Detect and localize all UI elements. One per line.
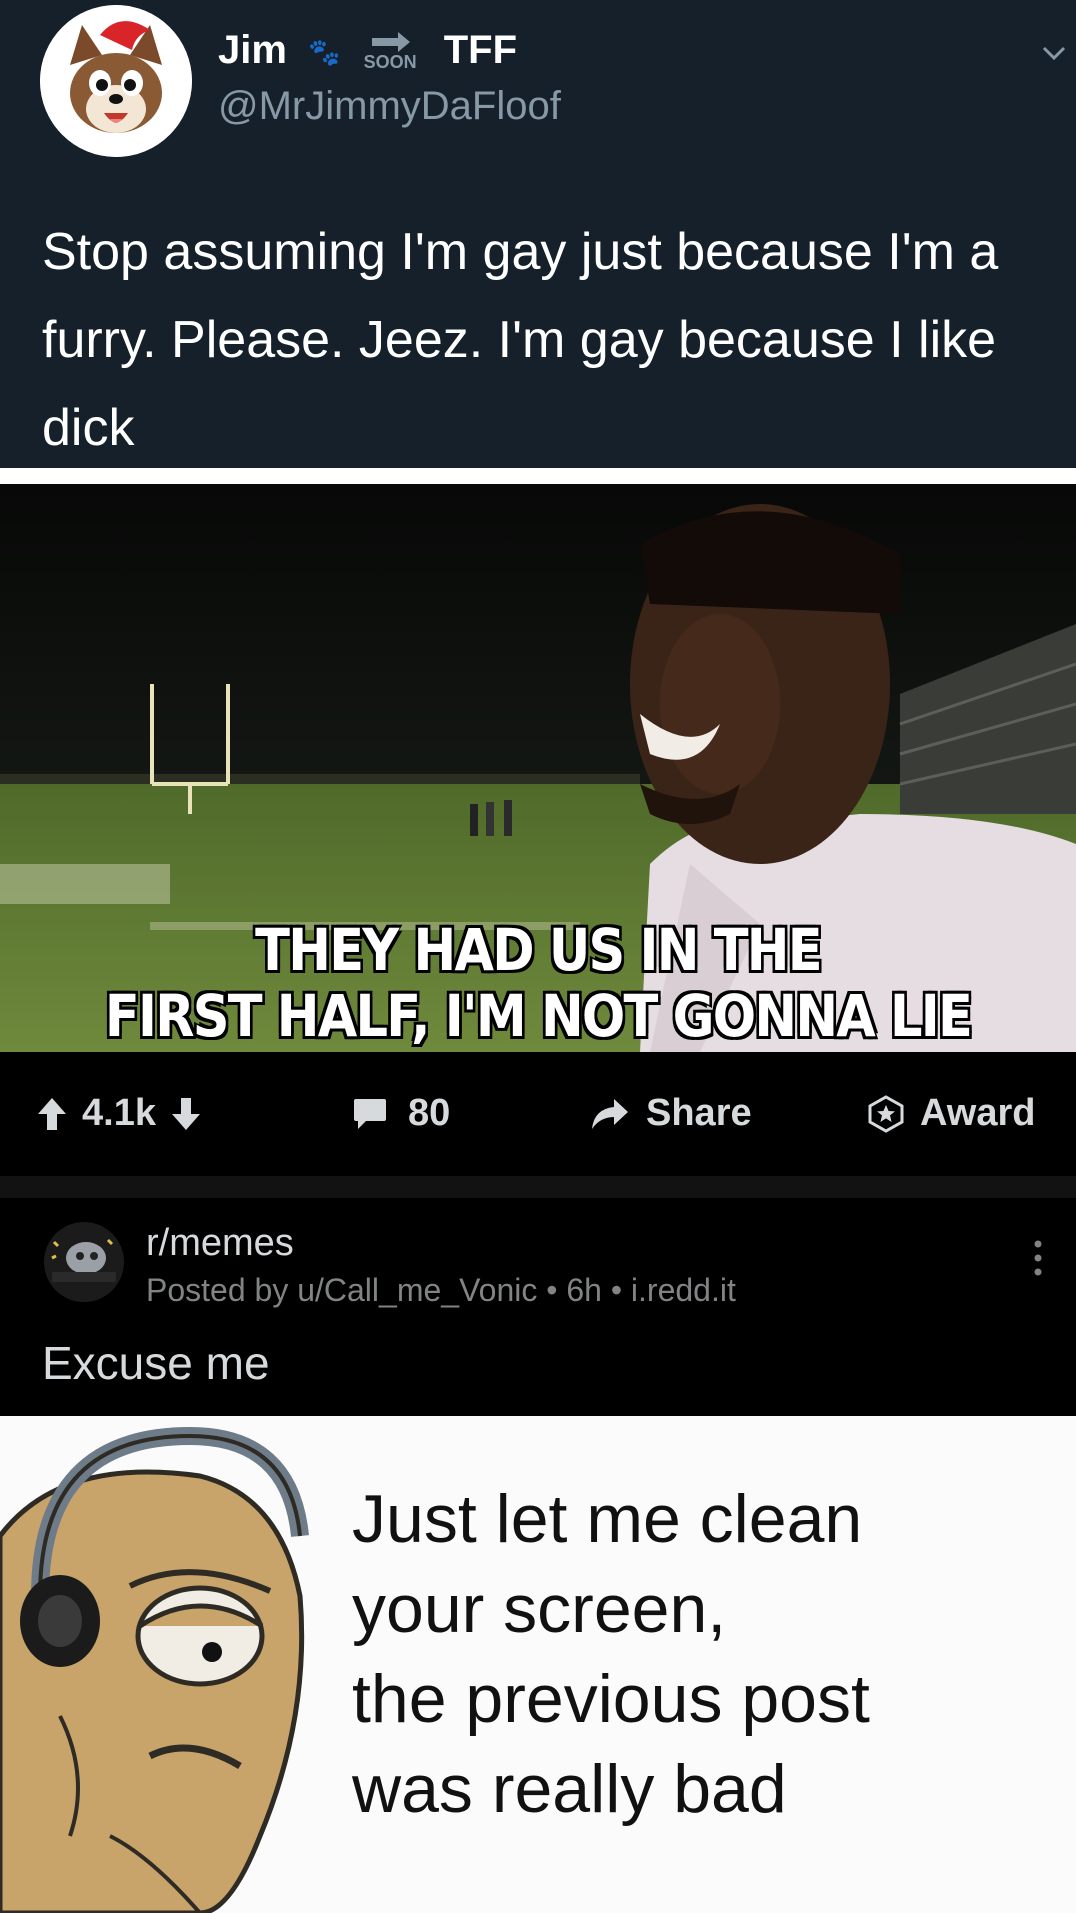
comments-button[interactable]: 80 <box>352 1092 450 1135</box>
subreddit-name[interactable]: r/memes <box>146 1222 294 1265</box>
award-label: Award <box>920 1092 1036 1134</box>
reddit-post-header[interactable]: r/memes Posted by u/Call_me_Vonic • 6h •… <box>0 1198 1076 1416</box>
comment-icon <box>354 1098 386 1129</box>
opossum-icon: 🐾 <box>308 36 341 67</box>
share-label: Share <box>646 1092 752 1134</box>
vote-control: 4.1k <box>36 1092 202 1135</box>
tweet-card: Jim 🐾 SOON TFF @MrJimmyDaFloof Stop assu… <box>0 0 1076 468</box>
more-options-icon[interactable] <box>1032 1238 1044 1278</box>
upvote-icon[interactable] <box>36 1096 68 1132</box>
tweet-avatar[interactable] <box>40 5 192 157</box>
post-title[interactable]: Excuse me <box>42 1336 270 1390</box>
post-action-bar: 4.1k 80 Share Award <box>0 1052 1076 1176</box>
meme2-line2: your screen, <box>352 1571 727 1647</box>
post-meta: Posted by u/Call_me_Vonic • 6h • i.redd.… <box>146 1272 736 1308</box>
share-icon <box>592 1098 628 1129</box>
meme-image-fish[interactable]: Just let me clean your screen, the previ… <box>0 1416 1076 1913</box>
vote-count: 4.1k <box>82 1092 156 1134</box>
tweet-handle[interactable]: @MrJimmyDaFloof <box>218 84 561 129</box>
meme2-text: Just let me clean your screen, the previ… <box>352 1474 1052 1834</box>
soon-label: SOON <box>363 51 417 72</box>
downvote-icon[interactable] <box>170 1096 202 1132</box>
meme-image-football[interactable]: THEY HAD US IN THE FIRST HALF, I'M NOT G… <box>0 484 1076 1052</box>
share-button[interactable]: Share <box>590 1092 752 1135</box>
chevron-down-icon[interactable] <box>1040 38 1068 66</box>
award-button[interactable]: Award <box>866 1092 1035 1135</box>
feed-separator <box>0 1176 1076 1198</box>
tweet-text: Stop assuming I'm gay just because I'm a… <box>42 223 999 457</box>
meme2-line1: Just let me clean <box>352 1481 863 1557</box>
subreddit-icon[interactable] <box>44 1222 124 1302</box>
soon-arrow-badge: SOON <box>363 31 417 73</box>
tweet-display-name[interactable]: Jim 🐾 SOON TFF <box>218 28 517 73</box>
comment-count: 80 <box>408 1092 451 1134</box>
divider <box>0 468 1076 484</box>
display-name-text: Jim <box>218 28 287 72</box>
meme2-line4: was really bad <box>352 1751 787 1827</box>
award-icon <box>868 1094 904 1133</box>
meme2-line3: the previous post <box>352 1661 870 1737</box>
meme-caption-line2: FIRST HALF, I'M NOT GONNA LIE <box>104 982 973 1050</box>
display-name-suffix: TFF <box>443 28 518 72</box>
meme-caption-line1: THEY HAD US IN THE <box>255 916 822 984</box>
